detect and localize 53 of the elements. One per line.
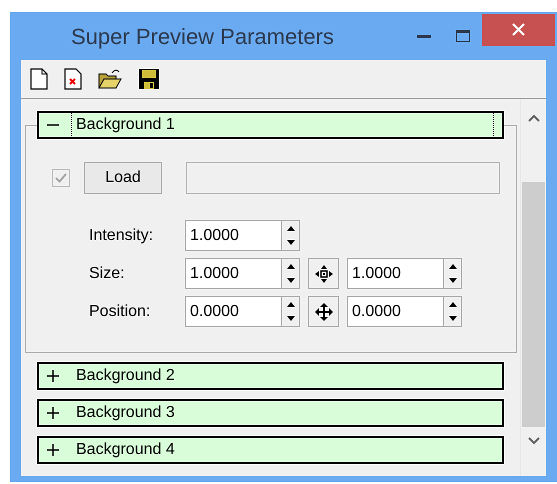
delete-file-button[interactable] [64,68,82,90]
page-with-x-icon [64,68,82,90]
section-header[interactable]: Background 3 [37,399,504,427]
section-header[interactable]: Background 2 [37,362,504,390]
parameter-label: Intensity: [89,226,154,246]
save-button[interactable] [138,68,160,90]
link-button[interactable] [308,258,339,289]
spinner[interactable] [282,296,300,327]
move-arrows-icon [314,302,334,322]
parameter-label: Size: [89,264,126,284]
up-arrow-icon [286,226,294,231]
maximize-icon [456,30,470,42]
number-field[interactable]: 0.0000 [185,296,282,327]
plus-icon [47,444,59,456]
close-icon [512,23,525,36]
up-arrow-icon [448,302,456,307]
section-header[interactable]: Background 4 [37,436,504,464]
number-field[interactable]: 1.0000 [185,220,282,251]
scale-arrows-icon [314,264,334,284]
section-header[interactable]: Background 1 [37,111,504,139]
scroll-up-icon[interactable] [528,114,540,122]
check-icon [55,173,67,183]
spinner[interactable] [444,258,462,289]
number-field[interactable]: 1.0000 [185,258,282,289]
parameter-label: Position: [89,302,152,322]
up-arrow-icon [286,264,294,269]
window-title: Super Preview Parameters [71,22,335,51]
plus-icon [47,407,59,419]
spinner[interactable] [282,220,300,251]
up-arrow-icon [286,302,294,307]
new-file-button[interactable] [30,68,48,90]
down-arrow-icon [286,240,294,246]
plus-icon [47,370,59,382]
scroll-thumb[interactable] [522,182,545,427]
load-button[interactable]: Load [84,162,162,194]
down-arrow-icon [286,278,294,284]
number-field[interactable]: 1.0000 [347,258,444,289]
open-button[interactable] [98,68,122,90]
scroll-down-icon[interactable] [528,437,540,445]
down-arrow-icon [448,278,456,284]
close-button[interactable] [482,14,555,46]
up-arrow-icon [448,264,456,269]
minimize-icon [417,34,431,38]
spinner[interactable] [282,258,300,289]
blank-page-icon [30,68,48,90]
scrollbar[interactable] [520,99,546,476]
spinner[interactable] [444,296,462,327]
down-arrow-icon [448,316,456,322]
open-folder-icon [98,68,122,90]
down-arrow-icon [286,316,294,322]
number-field[interactable]: 0.0000 [347,296,444,327]
link-button[interactable] [308,296,339,327]
file-path-field[interactable] [186,162,500,194]
